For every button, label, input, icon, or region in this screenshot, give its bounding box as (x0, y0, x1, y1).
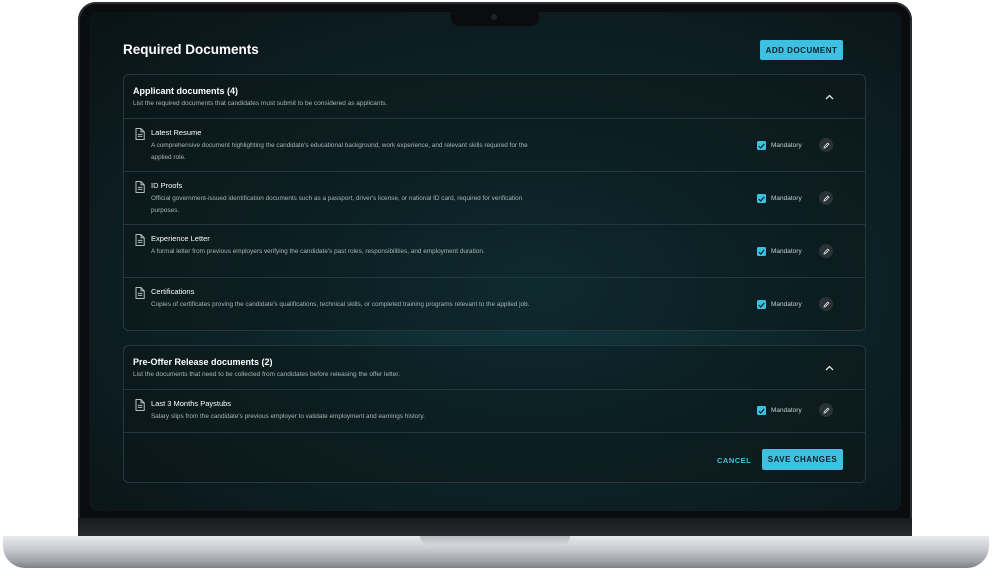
laptop-screen: Required Documents ADD DOCUMENT Applican… (89, 12, 901, 511)
chevron-up-icon[interactable] (823, 362, 835, 374)
document-icon (135, 398, 145, 411)
check-icon[interactable] (757, 247, 766, 256)
check-icon[interactable] (757, 406, 766, 415)
mandatory-label: Mandatory (771, 195, 802, 202)
mandatory-checkbox[interactable]: Mandatory (757, 141, 802, 150)
laptop-hinge (78, 518, 912, 538)
applicant-documents-section: Applicant documents (4) List the require… (123, 74, 866, 331)
document-icon (135, 127, 145, 140)
pencil-icon[interactable] (819, 403, 833, 417)
document-row: ID Proofs Official government-issued ide… (124, 172, 865, 225)
page-title: Required Documents (123, 42, 259, 57)
pencil-icon[interactable] (819, 191, 833, 205)
document-description: Salary slips from the candidate's previo… (151, 413, 425, 420)
document-description: Official government-issued identificatio… (151, 195, 523, 214)
mandatory-checkbox[interactable]: Mandatory (757, 300, 802, 309)
document-row: Latest Resume A comprehensive document h… (124, 119, 865, 172)
chevron-up-icon[interactable] (823, 91, 835, 103)
pencil-icon[interactable] (819, 138, 833, 152)
document-title: Last 3 Months Paystubs (151, 399, 232, 408)
mandatory-label: Mandatory (771, 407, 802, 414)
section-title: Pre-Offer Release documents (2) (133, 357, 273, 367)
document-icon (135, 286, 145, 299)
pre-offer-documents-section: Pre-Offer Release documents (2) List the… (123, 345, 866, 483)
mandatory-checkbox[interactable]: Mandatory (757, 247, 802, 256)
document-row: Certifications Copies of certificates pr… (124, 278, 865, 331)
document-description: Copies of certificates proving the candi… (151, 301, 530, 308)
laptop-base-notch (420, 536, 570, 546)
section-description: List the documents that need to be colle… (133, 371, 400, 378)
section-header: Pre-Offer Release documents (2) List the… (124, 346, 865, 390)
document-icon (135, 233, 145, 246)
document-title: ID Proofs (151, 181, 183, 190)
check-icon[interactable] (757, 141, 766, 150)
section-description: List the required documents that candida… (133, 100, 388, 107)
pencil-icon[interactable] (819, 244, 833, 258)
form-footer: CANCEL SAVE CHANGES (124, 432, 865, 484)
check-icon[interactable] (757, 300, 766, 309)
section-header: Applicant documents (4) List the require… (124, 75, 865, 119)
save-changes-button[interactable]: SAVE CHANGES (762, 449, 843, 470)
document-description: A formal letter from previous employers … (151, 248, 485, 255)
cancel-button[interactable]: CANCEL (717, 456, 751, 465)
document-row: Last 3 Months Paystubs Salary slips from… (124, 390, 865, 432)
mandatory-checkbox[interactable]: Mandatory (757, 194, 802, 203)
pencil-icon[interactable] (819, 297, 833, 311)
document-title: Latest Resume (151, 128, 202, 137)
mandatory-label: Mandatory (771, 301, 802, 308)
mandatory-checkbox[interactable]: Mandatory (757, 406, 802, 415)
document-title: Experience Letter (151, 234, 210, 243)
check-icon[interactable] (757, 194, 766, 203)
section-title: Applicant documents (4) (133, 86, 239, 96)
mandatory-label: Mandatory (771, 142, 802, 149)
mandatory-label: Mandatory (771, 248, 802, 255)
document-icon (135, 180, 145, 193)
camera-icon (491, 14, 497, 20)
add-document-button[interactable]: ADD DOCUMENT (760, 40, 843, 60)
document-description: A comprehensive document highlighting th… (151, 142, 528, 161)
document-title: Certifications (151, 287, 195, 296)
document-row: Experience Letter A formal letter from p… (124, 225, 865, 278)
